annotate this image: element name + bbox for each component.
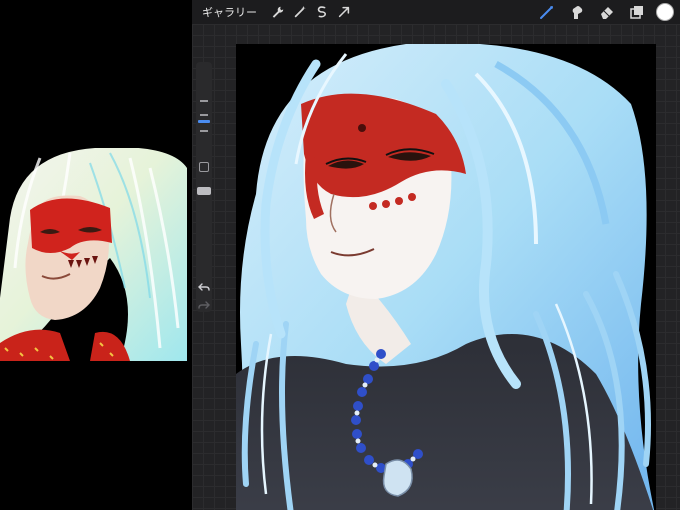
selection-icon[interactable] xyxy=(311,1,333,23)
gallery-button[interactable]: ギャラリー xyxy=(202,4,257,20)
brush-icon[interactable] xyxy=(536,1,558,23)
redo-icon[interactable] xyxy=(198,296,210,309)
reference-artwork xyxy=(0,148,187,361)
undo-icon[interactable] xyxy=(198,278,210,291)
drawing-app-window: ギャラリー xyxy=(192,0,680,510)
brush-size-tick xyxy=(200,100,208,102)
layers-icon[interactable] xyxy=(626,1,648,23)
modify-button[interactable] xyxy=(199,162,209,172)
canvas-area[interactable] xyxy=(192,24,680,510)
sidebar-sliders xyxy=(196,62,212,312)
transform-arrow-icon[interactable] xyxy=(333,1,355,23)
illustration xyxy=(236,44,656,510)
top-toolbar: ギャラリー xyxy=(192,0,680,24)
magic-wand-icon[interactable] xyxy=(289,1,311,23)
brush-size-tick xyxy=(200,130,208,132)
smudge-icon[interactable] xyxy=(566,1,588,23)
current-color-swatch[interactable] xyxy=(656,3,674,21)
right-tool-group xyxy=(536,1,674,23)
canvas-artwork[interactable] xyxy=(236,44,656,510)
brush-opacity-slider[interactable] xyxy=(197,187,211,195)
brush-size-slider[interactable] xyxy=(198,120,210,123)
wrench-icon[interactable] xyxy=(267,1,289,23)
brush-size-tick xyxy=(200,114,208,116)
reference-image-panel[interactable] xyxy=(0,148,187,361)
eraser-icon[interactable] xyxy=(596,1,618,23)
